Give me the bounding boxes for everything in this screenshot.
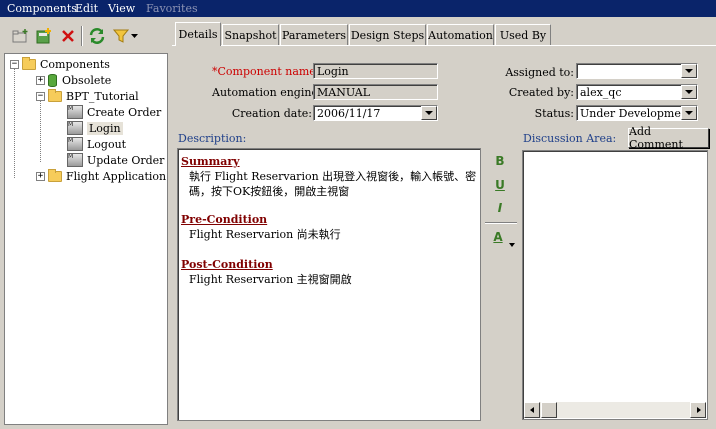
horizontal-scrollbar[interactable] [524,402,706,418]
tree-toolbar [0,17,170,53]
automation-engine-field: MANUAL [313,84,438,100]
created-by-label: Created by: [508,86,574,99]
tab-parameters[interactable]: Parameters [280,24,348,46]
new-component-button[interactable] [33,25,55,47]
italic-button[interactable]: I [492,201,508,217]
tab-details[interactable]: Details [175,22,221,46]
format-toolbar: B U I A [482,148,520,421]
tree-line [40,100,41,162]
delete-button[interactable] [57,25,79,47]
creation-date-value: 2006/11/17 [317,107,381,120]
tree-node-label: Flight Application [66,169,167,183]
assigned-to-label: Assigned to: [505,66,574,79]
tree-node-label: Update Order [87,153,165,167]
status-label: Status: [534,107,574,120]
chevron-down-icon[interactable] [421,106,437,120]
tree-node-label: Obsolete [62,73,112,87]
creation-date-field[interactable]: 2006/11/17 [313,105,438,121]
post-condition-heading: Post-Condition [181,258,273,271]
menubar: Components Edit View Favorites [0,0,716,17]
tab-automation[interactable]: Automation [427,24,494,46]
folder-icon [22,56,36,70]
toolbar-separator [81,26,83,46]
tree-node-label: Components [40,57,110,71]
chevron-down-icon[interactable] [681,85,697,99]
tree-line [14,68,15,178]
menu-components[interactable]: Components [7,2,77,15]
underline-button[interactable]: U [492,178,508,194]
refresh-icon [89,28,105,44]
creation-date-label: Creation date: [231,107,312,120]
component-tree: − Components + Obsolete − BPT_Tutorial M… [4,53,168,425]
scroll-thumb[interactable] [541,402,557,418]
tree-node-label: Logout [87,137,127,151]
description-editor[interactable]: Summary 執行 Flight Reservarion 出現登入視窗後，輸入… [177,148,481,421]
add-comment-button[interactable]: Add Comment [628,125,709,151]
tree-node-label: BPT_Tutorial [66,89,139,103]
format-separator [485,222,517,224]
menu-favorites[interactable]: Favorites [146,2,198,15]
tree-node-bpt-tutorial[interactable]: − BPT_Tutorial [36,88,139,104]
component-name-label: *Component name: [212,65,320,78]
tab-used-by[interactable]: Used By [495,24,551,46]
filter-dropdown[interactable] [129,25,141,47]
assigned-to-field[interactable] [576,63,698,79]
tab-bar: Details Snapshot Parameters Design Steps… [172,22,716,46]
chevron-down-icon[interactable] [681,106,697,120]
manual-component-icon: M [67,137,83,151]
manual-component-icon: M [67,153,83,167]
discussion-label: Discussion Area: [523,132,617,145]
database-icon [48,73,57,87]
folder-icon [48,168,62,182]
refresh-button[interactable] [86,25,108,47]
status-field[interactable]: Under Development [576,105,698,121]
tree-node-create-order[interactable]: M Create Order [67,104,161,120]
font-color-button[interactable]: A [490,230,506,246]
expand-toggle[interactable]: + [36,171,45,181]
scroll-left-icon[interactable] [524,402,540,418]
new-folder-icon [12,29,28,43]
tree-node-update-order[interactable]: M Update Order [67,152,164,168]
tree-node-logout[interactable]: M Logout [67,136,126,152]
tree-node-components[interactable]: − Components [10,56,110,72]
chevron-down-icon [131,34,138,38]
collapse-toggle[interactable]: − [36,91,45,101]
tree-node-label: Login [87,121,123,135]
component-name-label-text: Component name: [217,65,320,78]
status-value: Under Development [580,107,693,120]
pre-condition-heading: Pre-Condition [181,213,268,226]
discussion-area[interactable] [522,150,708,420]
collapse-toggle[interactable]: − [10,59,19,69]
tab-snapshot[interactable]: Snapshot [222,24,279,46]
description-label: Description: [178,132,247,145]
pre-condition-text: Flight Reservarion 尚未執行 [189,228,341,241]
automation-engine-label: Automation engine: [212,86,322,99]
scroll-right-icon[interactable] [690,402,706,418]
expand-toggle[interactable]: + [36,75,45,85]
component-name-field[interactable]: Login [313,63,438,79]
filter-icon [113,29,129,43]
chevron-down-icon [509,243,515,247]
manual-component-icon: M [67,121,83,135]
tree-node-obsolete[interactable]: + Obsolete [36,72,111,88]
summary-text: 執行 Flight Reservarion 出現登入視窗後，輸入帳號、密碼，按下… [189,170,477,198]
delete-icon [62,30,74,42]
manual-component-icon: M [67,105,83,119]
menu-view[interactable]: View [108,2,135,15]
new-folder-button[interactable] [10,25,32,47]
tab-design-steps[interactable]: Design Steps [349,24,426,46]
created-by-value: alex_qc [580,86,622,99]
folder-icon [48,88,62,102]
chevron-down-icon[interactable] [681,64,697,78]
summary-heading: Summary [181,155,240,168]
new-component-icon [36,28,51,44]
post-condition-text: Flight Reservarion 主視窗開啟 [189,273,352,286]
menu-edit[interactable]: Edit [75,2,98,15]
created-by-field[interactable]: alex_qc [576,84,698,100]
tree-node-login[interactable]: M Login [67,120,123,136]
tree-node-label: Create Order [87,105,162,119]
tree-node-flight-application[interactable]: + Flight Application [36,168,166,184]
font-color-dropdown[interactable] [509,237,515,250]
bold-button[interactable]: B [492,154,508,170]
